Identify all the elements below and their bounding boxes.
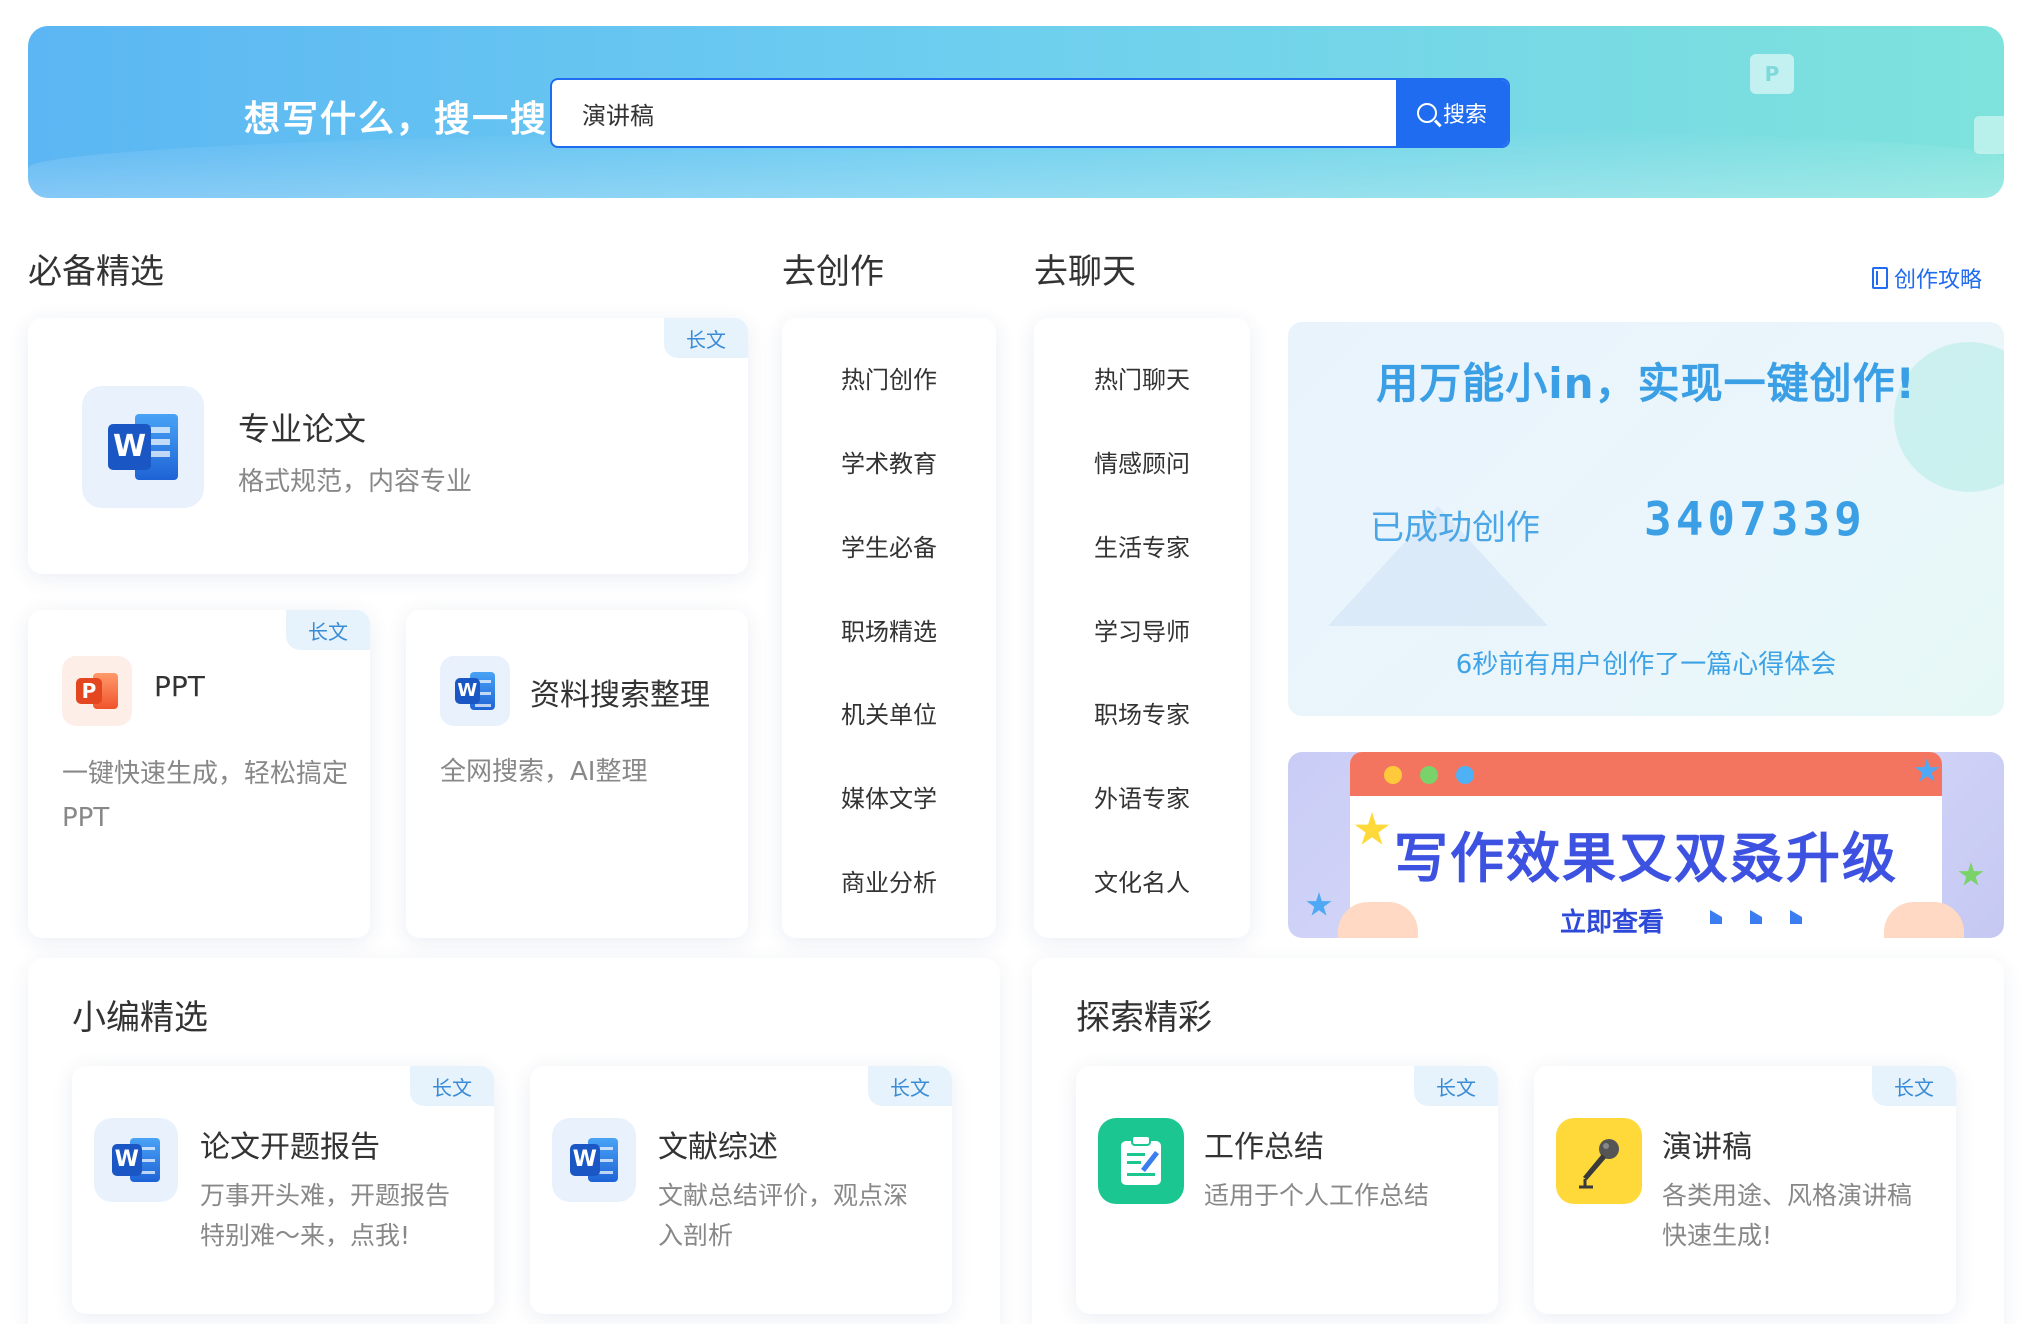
search-button[interactable]: 搜索 [1396,80,1508,146]
card-title: 工作总结 [1204,1130,1324,1165]
card-desc: 各类用途、风格演讲稿快速生成! [1662,1181,1913,1250]
creation-guide-label: 创作攻略 [1894,268,1983,293]
long-text-tag: 长文 [664,318,748,358]
card-speech-draft[interactable]: 长文 演讲稿 各类用途、风格演讲稿快速生成! [1534,1066,1956,1314]
search-banner: 想写什么，搜一搜 搜索 P [28,26,2004,198]
word-icon: W [440,656,510,726]
long-text-tag: 长文 [1414,1066,1498,1106]
search-input[interactable] [552,80,1370,146]
ppt-icon: P [62,656,132,726]
window-dot-icon [1456,766,1474,784]
stats-count: 3407339 [1644,492,1866,546]
promo-title: 写作效果又双叒升级 [1394,827,1898,890]
card-desc: 文献总结评价，观点深入剖析 [658,1181,909,1250]
card-desc: 万事开头难，开题报告特别难～来，点我! [200,1181,451,1250]
editor-picks-panel: 小编精选 长文 W 论文开题报告 万事开头难，开题报告特别难～来，点我! 长文 … [28,958,1000,1324]
card-title: 演讲稿 [1662,1130,1752,1165]
card-title: 文献综述 [658,1130,778,1165]
arrow-right-icon [1692,910,1802,924]
search-button-label: 搜索 [1442,103,1487,128]
upgrade-promo-banner[interactable]: 写作效果又双叒升级 立即查看 [1288,752,2004,938]
panel-title: 探索精彩 [1076,998,1212,1038]
clipboard-pen-icon [1098,1118,1184,1204]
card-work-summary[interactable]: 长文 工作总结 适用于个人工作总结 [1076,1066,1498,1314]
document-decoration-icon [1974,116,2004,154]
create-menu-item[interactable]: 学术教育 [782,444,996,479]
stats-label: 已成功创作 [1370,508,1540,548]
window-dot-icon [1384,766,1402,784]
card-title: 专业论文 [238,410,367,448]
card-title: PPT [154,670,205,703]
long-text-tag: 长文 [286,610,370,650]
word-icon: W [552,1118,636,1202]
hand-illustration-icon [1884,902,1964,938]
word-icon: W [82,386,204,508]
long-text-tag: 长文 [1872,1066,1956,1106]
microphone-icon [1556,1118,1642,1204]
long-text-tag: 长文 [868,1066,952,1106]
creation-stats-panel: 用万能小in，实现一键创作! 已成功创作 3407339 6秒前有用户创作了一篇… [1288,322,2004,716]
chat-menu-item[interactable]: 情感顾问 [1034,444,1250,479]
create-menu-item[interactable]: 媒体文学 [782,779,996,814]
section-title-create: 去创作 [782,252,884,292]
card-title: 论文开题报告 [200,1130,380,1165]
card-info-search[interactable]: W 资料搜索整理 全网搜索，AI整理 [406,610,748,938]
create-menu-item[interactable]: 热门创作 [782,360,996,395]
card-ppt[interactable]: 长文 P PPT 一键快速生成，轻松搞定PPT [28,610,370,938]
banner-slogan: 想写什么，搜一搜 [244,99,549,140]
explore-panel: 探索精彩 长文 工作总结 适用于个人工作总结 长文 演讲稿 各类用途、风格演讲稿… [1032,958,2004,1324]
card-desc: 全网搜索，AI整理 [440,757,648,787]
chat-menu-item[interactable]: 热门聊天 [1034,360,1250,395]
card-title: 资料搜索整理 [530,678,710,713]
search-box: 搜索 [550,78,1510,148]
section-title-essentials: 必备精选 [28,252,164,292]
chat-menu-item[interactable]: 文化名人 [1034,863,1250,898]
star-icon [1306,892,1332,916]
create-category-menu: 热门创作 学术教育 学生必备 职场精选 机关单位 媒体文学 商业分析 [782,318,996,938]
stats-headline: 用万能小in，实现一键创作! [1376,359,1916,408]
chat-menu-item[interactable]: 生活专家 [1034,528,1250,563]
chat-menu-item[interactable]: 职场专家 [1034,695,1250,730]
panel-title: 小编精选 [72,998,208,1038]
card-professional-thesis[interactable]: 长文 W 专业论文 格式规范，内容专业 [28,318,748,574]
card-desc: 适用于个人工作总结 [1204,1181,1430,1210]
promo-view-now[interactable]: 立即查看 [1560,902,1664,938]
create-menu-item[interactable]: 机关单位 [782,695,996,730]
search-icon [1416,103,1437,123]
word-icon: W [94,1118,178,1202]
create-menu-item[interactable]: 学生必备 [782,528,996,563]
card-proposal-report[interactable]: 长文 W 论文开题报告 万事开头难，开题报告特别难～来，点我! [72,1066,494,1314]
creation-guide-link[interactable]: 创作攻略 [1872,262,1982,294]
chat-category-menu: 热门聊天 情感顾问 生活专家 学习导师 职场专家 外语专家 文化名人 [1034,318,1250,938]
long-text-tag: 长文 [410,1066,494,1106]
promo-window-bar [1350,752,1942,796]
ppt-decoration-icon: P [1750,54,1794,94]
create-menu-item[interactable]: 商业分析 [782,863,996,898]
card-desc: 格式规范，内容专业 [238,467,473,497]
create-menu-item[interactable]: 职场精选 [782,612,996,647]
card-desc: 一键快速生成，轻松搞定PPT [62,759,349,833]
hand-illustration-icon [1338,902,1418,938]
card-literature-review[interactable]: 长文 W 文献综述 文献总结评价，观点深入剖析 [530,1066,952,1314]
recent-activity-text: 6秒前有用户创作了一篇心得体会 [1455,650,1837,680]
window-dot-icon [1420,766,1438,784]
section-title-chat: 去聊天 [1034,252,1136,292]
chat-menu-item[interactable]: 学习导师 [1034,612,1250,647]
chat-menu-item[interactable]: 外语专家 [1034,779,1250,814]
book-icon [1872,267,1888,289]
